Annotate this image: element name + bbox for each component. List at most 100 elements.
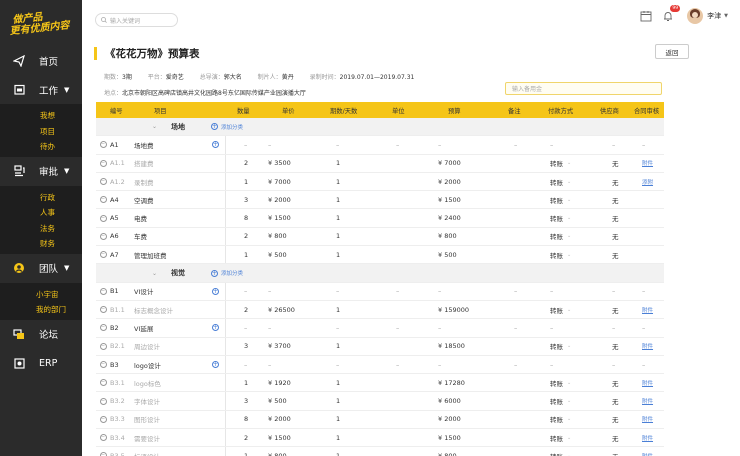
- table-row[interactable]: − A1.2 录制费 1 ¥ 7000 1 ¥ 2000 转账 ⌄ 无 添附: [96, 172, 664, 192]
- chevron-down-icon[interactable]: ⌄: [567, 197, 571, 203]
- minus-circle-icon[interactable]: −: [99, 361, 107, 368]
- minus-circle-icon[interactable]: −: [99, 397, 107, 405]
- table-row[interactable]: − B2.1 周边设计 3 ¥ 3700 1 ¥ 18500 转账 ⌄ 无 附件: [96, 337, 664, 356]
- chevron-down-icon[interactable]: ⌄: [567, 398, 571, 404]
- table-row[interactable]: − B3.2 字体设计 3 ¥ 500 1 ¥ 6000 转账 ⌄ 无 附件: [96, 392, 664, 411]
- add-subitem-icon[interactable]: +: [212, 361, 219, 368]
- nav-approval-sub-item[interactable]: 行政: [0, 190, 82, 206]
- nav-approval-sub-item[interactable]: 财务: [0, 236, 82, 252]
- nav-work[interactable]: 工作 ▼: [0, 75, 82, 104]
- table-row[interactable]: − B1 VI设计 + – – – – – – – – –: [96, 282, 664, 301]
- minus-circle-icon[interactable]: −: [99, 379, 107, 387]
- return-button[interactable]: 返回: [655, 44, 689, 59]
- add-category-button[interactable]: + 添加分类: [211, 269, 243, 277]
- contract-link[interactable]: 附件: [642, 434, 653, 442]
- table-row[interactable]: − A1.1 搭建费 2 ¥ 3500 1 ¥ 7000 转账 ⌄ 无 附件: [96, 154, 664, 173]
- table-group-row[interactable]: ⌄ 场地 + 添加分类: [96, 118, 664, 137]
- nav-team-sub-item[interactable]: 我的部门: [0, 302, 82, 318]
- table-row[interactable]: − B3.3 图形设计 8 ¥ 2000 1 ¥ 2000 转账 ⌄ 无 附件: [96, 410, 664, 430]
- contract-link[interactable]: 附件: [642, 342, 653, 350]
- contract-link[interactable]: 附件: [642, 379, 653, 387]
- nav-approval[interactable]: 审批 ▼: [0, 156, 82, 186]
- minus-circle-icon[interactable]: −: [99, 159, 107, 167]
- chevron-down-icon[interactable]: ⌄: [567, 380, 571, 386]
- nav-work-sub-item[interactable]: 项目: [0, 124, 82, 140]
- chevron-down-icon[interactable]: ⌄: [567, 179, 571, 185]
- avatar[interactable]: [687, 8, 704, 24]
- minus-circle-icon[interactable]: −: [99, 178, 107, 186]
- chevron-down-icon[interactable]: ⌄: [567, 435, 571, 441]
- nav-approval-sub-item[interactable]: 法务: [0, 221, 82, 237]
- logo[interactable]: 做产品 更有优质内容: [0, 0, 82, 46]
- reserve-fund-input[interactable]: 输入备用金: [505, 82, 662, 95]
- chevron-down-icon[interactable]: ⌄: [567, 307, 571, 313]
- payment-select[interactable]: 转账: [550, 195, 563, 205]
- contract-link[interactable]: 附件: [642, 397, 653, 405]
- table-row[interactable]: − A5 电费 8 ¥ 1500 1 ¥ 2400 转账 ⌄ 无: [96, 209, 664, 228]
- payment-select[interactable]: 转账: [550, 231, 563, 241]
- payment-select[interactable]: 转账: [550, 158, 563, 168]
- table-group-row[interactable]: ⌄ 视觉 + 添加分类: [96, 264, 664, 283]
- minus-circle-icon[interactable]: −: [99, 214, 107, 222]
- add-subitem-icon[interactable]: +: [212, 324, 219, 332]
- search-input[interactable]: 输入关键词: [95, 13, 178, 27]
- table-row[interactable]: − B3.1 logo标色 1 ¥ 1920 1 ¥ 17280 转账 ⌄ 无 附件: [96, 374, 664, 393]
- payment-select[interactable]: 转账: [550, 396, 563, 406]
- nav-erp[interactable]: ERP: [0, 348, 82, 378]
- minus-circle-icon[interactable]: −: [99, 287, 107, 295]
- table-row[interactable]: − B2 VI延展 + – – – – – – – – –: [96, 319, 664, 338]
- payment-select[interactable]: 转账: [550, 414, 563, 424]
- chevron-down-icon[interactable]: ⌄: [152, 123, 157, 130]
- payment-select[interactable]: 转账: [550, 433, 563, 443]
- table-row[interactable]: − A6 车费 2 ¥ 800 1 ¥ 800 转账 ⌄ 无: [96, 227, 664, 247]
- add-category-button[interactable]: + 添加分类: [211, 123, 243, 131]
- chevron-down-icon[interactable]: ▼: [724, 13, 728, 19]
- chevron-down-icon[interactable]: ⌄: [567, 233, 571, 239]
- chevron-down-icon[interactable]: ⌄: [567, 160, 571, 166]
- minus-circle-icon[interactable]: −: [99, 306, 107, 314]
- add-subitem-icon[interactable]: +: [212, 141, 219, 149]
- user-name[interactable]: 李津: [707, 11, 721, 21]
- nav-forum[interactable]: 论坛: [0, 319, 82, 349]
- minus-circle-icon[interactable]: −: [99, 452, 107, 456]
- table-row[interactable]: − A1 场地费 + – – – – – – – – –: [96, 136, 664, 155]
- nav-home[interactable]: 首页: [0, 46, 82, 75]
- add-subitem-icon[interactable]: +: [212, 287, 219, 295]
- bell-icon[interactable]: 99: [661, 5, 681, 23]
- minus-circle-icon[interactable]: −: [99, 232, 107, 240]
- chevron-down-icon[interactable]: ⌄: [567, 343, 571, 349]
- contract-link[interactable]: 附件: [642, 159, 653, 167]
- minus-circle-icon[interactable]: −: [99, 196, 107, 204]
- chevron-down-icon[interactable]: ⌄: [567, 416, 571, 422]
- minus-circle-icon[interactable]: −: [99, 342, 107, 350]
- table-row[interactable]: − B1.1 标志概念设计 2 ¥ 26500 1 ¥ 159000 转账 ⌄ 无 附件: [96, 300, 664, 320]
- nav-work-sub-item[interactable]: 我想: [0, 108, 82, 124]
- table-row[interactable]: −B3.5标语设计1¥ 8001¥ 800转账⌄无附件: [96, 447, 664, 456]
- contract-link[interactable]: 附件: [642, 415, 653, 423]
- payment-select[interactable]: 转账: [550, 305, 563, 315]
- nav-team[interactable]: 团队 ▼: [0, 253, 82, 283]
- minus-circle-icon[interactable]: −: [99, 141, 107, 149]
- minus-circle-icon[interactable]: −: [99, 415, 107, 423]
- table-row[interactable]: − A7 管理加班费 1 ¥ 500 1 ¥ 500 转账 ⌄ 无: [96, 246, 664, 265]
- payment-select[interactable]: 转账: [550, 213, 563, 223]
- payment-select[interactable]: 转账: [550, 250, 563, 260]
- contract-link[interactable]: 附件: [642, 452, 653, 456]
- table-row[interactable]: − B3.4 需要设计 2 ¥ 1500 1 ¥ 1500 转账 ⌄ 无 附件: [96, 429, 664, 448]
- chevron-down-icon[interactable]: ⌄: [567, 252, 571, 258]
- payment-select[interactable]: 转账: [550, 451, 563, 456]
- payment-select[interactable]: 转账: [550, 341, 563, 351]
- contract-link[interactable]: 添附: [642, 178, 653, 186]
- nav-approval-sub-item[interactable]: 人事: [0, 205, 82, 221]
- payment-select[interactable]: 转账: [550, 177, 563, 187]
- contract-link[interactable]: 附件: [642, 306, 653, 314]
- minus-circle-icon[interactable]: −: [99, 434, 107, 442]
- table-row[interactable]: − B3 logo设计 + – – – – – – – – –: [96, 355, 664, 375]
- nav-team-sub-item[interactable]: 小宇宙: [0, 287, 82, 303]
- minus-circle-icon[interactable]: −: [99, 324, 107, 332]
- nav-work-sub-item[interactable]: 待办: [0, 139, 82, 155]
- minus-circle-icon[interactable]: −: [99, 251, 107, 259]
- calendar-icon[interactable]: [639, 9, 653, 23]
- chevron-down-icon[interactable]: ⌄: [152, 270, 157, 277]
- payment-select[interactable]: 转账: [550, 378, 563, 388]
